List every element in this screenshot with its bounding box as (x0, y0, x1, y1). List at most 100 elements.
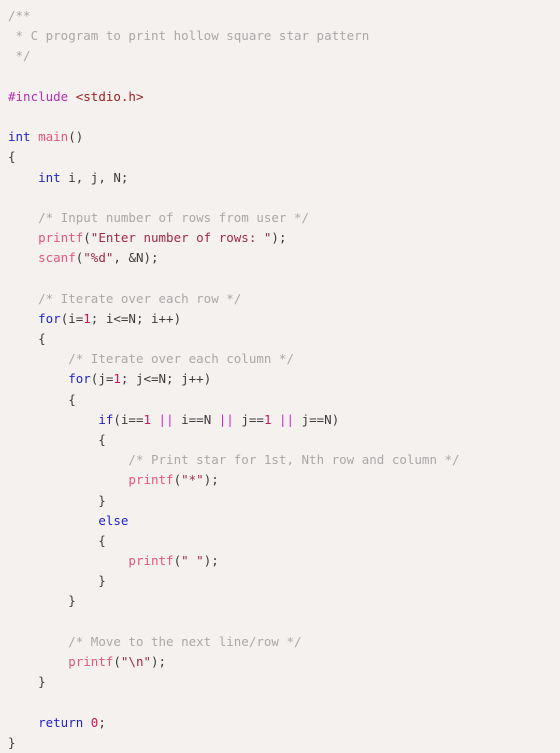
code-listing[interactable]: /** * C program to print hollow square s… (0, 0, 560, 753)
code-token-plain: ); (271, 230, 287, 246)
code-token-string: " " (181, 553, 204, 569)
code-token-string: "*" (181, 472, 204, 488)
code-token-plain: ); (203, 553, 219, 569)
code-line: int main() (8, 127, 560, 147)
code-line: /* Input number of rows from user */ (8, 208, 560, 228)
code-line: printf("\n"); (8, 652, 560, 672)
code-line: } (8, 571, 560, 591)
code-token-function: main (38, 129, 69, 145)
code-token-comment: /* Move to the next line/row */ (68, 633, 302, 649)
code-line: { (8, 390, 560, 410)
code-token-number: 1 (113, 371, 121, 387)
code-token-comment: /* Print star for 1st, Nth row and colum… (128, 452, 460, 468)
code-line: /* Iterate over each column */ (8, 349, 560, 369)
code-token-plain: ); (151, 654, 167, 669)
code-line: /* Print star for 1st, Nth row and colum… (8, 450, 560, 470)
code-token-plain: j==N) (294, 411, 340, 427)
code-token-operator: || (218, 411, 234, 427)
code-line: { (8, 147, 560, 167)
code-token-plain: , &N); (113, 250, 159, 266)
code-token-number: 1 (83, 310, 91, 326)
code-token-plain: ; (98, 714, 106, 730)
code-token-function: printf (38, 230, 84, 246)
code-token-comment: /* Input number of rows from user */ (38, 209, 310, 225)
code-line: int i, j, N; (8, 168, 560, 188)
code-token-plain: } (8, 573, 106, 589)
code-token-number: 0 (90, 714, 99, 730)
code-line: } (8, 591, 560, 611)
code-line: } (8, 672, 560, 692)
code-token-plain: } (8, 593, 76, 609)
code-line: /** (8, 6, 560, 26)
code-line: printf(" "); (8, 551, 560, 571)
code-line: /* Move to the next line/row */ (8, 632, 560, 652)
code-line: for(i=1; i<=N; i++) (8, 309, 560, 329)
code-token-number: 1 (143, 411, 152, 427)
code-token-plain: { (8, 149, 16, 165)
code-token-plain: { (8, 391, 76, 407)
code-token-keyword: else (98, 512, 129, 528)
code-token-plain: { (8, 532, 106, 548)
code-token-plain: { (8, 431, 106, 447)
code-token-plain: ); (203, 472, 219, 488)
code-token-string: "Enter number of rows: " (90, 230, 272, 246)
code-token-function: printf (128, 472, 174, 488)
code-token-comment: */ (8, 48, 31, 64)
code-line: else (8, 511, 560, 531)
code-token-comment: * C program to print hollow square star … (8, 28, 370, 44)
code-token-header: <stdio.h> (75, 88, 144, 104)
code-token-plain: () (68, 129, 84, 145)
code-token-keyword: int (38, 169, 61, 185)
code-line: #include <stdio.h> (8, 87, 560, 107)
code-line: } (8, 733, 560, 753)
code-line: /* Iterate over each row */ (8, 289, 560, 309)
code-token-plain: } (8, 734, 16, 750)
code-token-comment: /** (8, 8, 31, 23)
code-token-keyword: for (68, 371, 91, 387)
code-token-plain: ( (173, 553, 182, 569)
code-token-plain: (i== (113, 411, 144, 427)
code-token-comment: /* Iterate over each row */ (38, 290, 242, 306)
code-token-string: "\n" (120, 654, 152, 669)
code-line: printf("Enter number of rows: "); (8, 228, 560, 248)
code-token-plain: i==N (173, 411, 219, 427)
code-token-plain: { (8, 331, 46, 346)
code-token-keyword: int (8, 129, 31, 145)
code-token-string: "%d" (83, 250, 114, 266)
code-line: return 0; (8, 713, 560, 733)
code-token-function: printf (68, 654, 114, 669)
code-token-plain: ; j<=N; j++) (120, 371, 212, 387)
code-token-plain: (i= (60, 310, 84, 326)
code-token-plain: ( (173, 472, 182, 488)
code-token-operator: || (279, 411, 295, 427)
code-token-plain: ( (83, 230, 91, 246)
code-line: if(i==1 || i==N || j==1 || j==N) (8, 410, 560, 430)
code-line: { (8, 430, 560, 450)
code-token-plain: ; i<=N; i++) (90, 310, 182, 326)
